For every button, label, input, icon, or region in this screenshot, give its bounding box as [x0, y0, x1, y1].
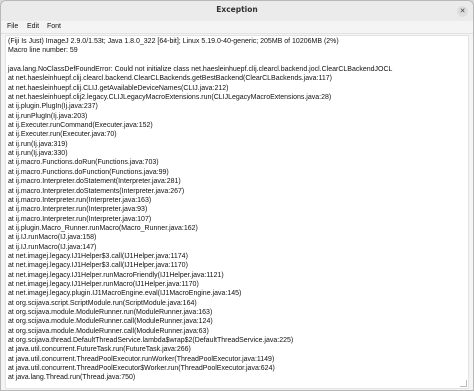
log-line: at ij.IJ.runMacro(IJ.java:147) [8, 243, 97, 251]
log-line: at ij.runPlugIn(Ij.java:203) [8, 112, 88, 120]
title-bar[interactable]: Exception ✕ [1, 1, 473, 22]
log-line: at net.imagej.legacy.IJ1Helper$3.call(IJ… [8, 252, 188, 260]
log-line: at ij.Executer.run(Executer.java:70) [8, 131, 117, 139]
stack-trace-text: (Fiji Is Just) ImageJ 2.9.0/1.53t; Java … [8, 37, 466, 383]
log-line: at net.haesleinhuepf.clij2.legacy.CLIJLe… [8, 94, 332, 102]
log-line: at org.scijava.module.ModuleRunner.run(M… [8, 308, 213, 316]
menu-edit[interactable]: Edit [27, 22, 39, 32]
log-line: at net.imagej.legacy.IJ1Helper$3.call(IJ… [8, 262, 188, 270]
log-line: at ij.plugin.PlugIn(Ij.java:237) [8, 103, 98, 111]
log-line: at ij.macro.Functions.doRun(Functions.ja… [8, 159, 159, 167]
log-line: java.lang.NoClassDefFoundError: Could no… [8, 66, 393, 74]
log-line: at ij.macro.Interpreter.run(Interpreter.… [8, 196, 152, 204]
log-line: at net.haesleinhuepf.clij.clearcl.backen… [8, 75, 332, 83]
log-line: at org.scijava.module.ModuleRunner.call(… [8, 318, 213, 326]
close-button[interactable]: ✕ [457, 6, 468, 17]
menu-bar: File Edit Font [1, 21, 473, 34]
log-line: at ij.macro.Interpreter.run(Interpreter.… [8, 206, 148, 214]
log-line: at ij.macro.Interpreter.run(Interpreter.… [8, 215, 152, 223]
exception-window: Exception ✕ File Edit Font (Fiji Is Just… [0, 0, 474, 391]
log-line: at org.scijava.script.ScriptModule.run(S… [8, 299, 197, 307]
log-line: at net.imagej.legacy.plugin.IJ1MacroEngi… [8, 290, 242, 298]
log-line: at ij.IJ.runMacro(IJ.java:158) [8, 234, 97, 242]
log-line: at ij.Executer.runCommand(Executer.java:… [8, 122, 153, 130]
log-line: Macro line number: 59 [8, 47, 78, 55]
close-icon: ✕ [459, 7, 466, 15]
log-line: at java.util.concurrent.FutureTask.run(F… [8, 346, 191, 354]
resize-grip-icon[interactable] [460, 380, 467, 387]
log-line: (Fiji Is Just) ImageJ 2.9.0/1.53t; Java … [8, 38, 339, 45]
log-line: at net.imagej.legacy.IJ1Helper.runMacroF… [8, 271, 224, 279]
log-line: at java.lang.Thread.run(Thread.java:750) [8, 374, 136, 382]
log-line: at org.scijava.thread.DefaultThreadServi… [8, 337, 294, 344]
log-line: at ij.run(Ij.java:319) [8, 140, 68, 148]
log-line: at ij.macro.Interpreter.doStatement(Inte… [8, 178, 181, 186]
menu-font[interactable]: Font [47, 22, 61, 32]
log-line: at java.util.concurrent.ThreadPoolExecut… [8, 365, 275, 373]
log-line: at org.scijava.module.ModuleRunner.call(… [8, 327, 209, 335]
log-line: at net.imagej.legacy.IJ1Helper.runMacro(… [8, 280, 199, 288]
log-line: at ij.macro.Interpreter.doStatements(Int… [8, 187, 185, 195]
log-line: at net.haesleinhuepf.clij.CLIJ.getAvaila… [8, 84, 229, 92]
exception-text-area[interactable]: (Fiji Is Just) ImageJ 2.9.0/1.53t; Java … [5, 35, 469, 389]
log-line: at ij.plugin.Macro_Runner.runMacro(Macro… [8, 224, 198, 232]
log-line: at ij.run(Ij.java:330) [8, 150, 68, 158]
log-line: at ij.macro.Functions.doFunction(Functio… [8, 168, 169, 176]
log-line: at java.util.concurrent.ThreadPoolExecut… [8, 355, 275, 363]
window-title: Exception [216, 5, 258, 14]
menu-file[interactable]: File [7, 22, 18, 32]
